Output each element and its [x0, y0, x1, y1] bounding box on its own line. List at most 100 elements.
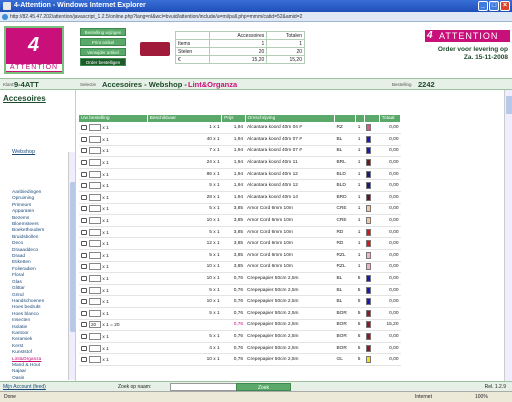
sidebar: Accesoires Webshop Aanbiedingen Opruiming…	[0, 90, 76, 381]
summary-value: 20	[209, 47, 268, 56]
product-table: Uw bestelling Beschikbaar Prijs Omschrij…	[79, 115, 402, 366]
cart-icon[interactable]	[81, 357, 87, 363]
color-swatch	[366, 251, 372, 259]
quantity-input[interactable]	[89, 182, 101, 190]
quantity-cell: x 1	[79, 156, 148, 169]
quantity-input[interactable]	[89, 193, 101, 201]
total-cell: 0,00	[379, 330, 401, 343]
close-button[interactable]: ×	[500, 1, 510, 11]
cart-icon[interactable]	[81, 206, 87, 212]
price-cell: 0,76	[221, 295, 246, 308]
price-cell: 1,94	[221, 156, 246, 169]
cart-icon[interactable]	[81, 136, 87, 142]
color-swatch	[366, 159, 372, 167]
cart-icon[interactable]	[81, 345, 87, 351]
table-row: x 1 10 x 1 0,76 Crepepapier 50cm 2,5m BL 5 0,…	[79, 295, 401, 308]
summary-label: Stelen	[174, 47, 211, 56]
window-title: 4-Attention - Windows Internet Explorer	[14, 2, 146, 9]
column-header: Totaal	[379, 115, 402, 122]
quantity-input[interactable]	[89, 205, 101, 213]
cart-icon[interactable]	[81, 160, 87, 166]
cart-icon[interactable]	[81, 218, 87, 224]
quantity-input[interactable]	[89, 286, 101, 294]
description-cell: Amor Cord 6mm 10m	[245, 261, 335, 274]
print-item-button[interactable]: Print artikel	[80, 38, 126, 46]
table-row: x 1 5 x 1 0,76 Crepepapier 50cm 2,5m BL 5 0,0…	[79, 284, 401, 297]
page-scrollbar[interactable]	[504, 90, 512, 381]
cart-icon[interactable]	[81, 183, 87, 189]
quantity-input[interactable]	[89, 170, 101, 178]
sidebar-scrollbar[interactable]	[68, 152, 75, 380]
quantity-input[interactable]	[89, 228, 101, 236]
cart-icon[interactable]	[81, 148, 87, 154]
color-swatch	[366, 135, 372, 143]
quantity-input[interactable]	[89, 147, 101, 155]
minimize-button[interactable]: _	[478, 1, 488, 11]
table-row: x 1 5 x 1 0,76 Crepepapier 50cm 2,5m BOR 5 0,…	[79, 330, 401, 343]
delete-item-button[interactable]: Verwijder artikel	[80, 48, 126, 56]
page-scroll-thumb[interactable]	[506, 96, 512, 114]
quantity-input[interactable]: 20	[89, 321, 101, 329]
cart-icon[interactable]	[81, 241, 87, 247]
cart-icon[interactable]	[81, 171, 87, 177]
quantity-cell: x 1	[79, 203, 148, 216]
cart-icon[interactable]	[81, 264, 87, 270]
quantity-input[interactable]	[89, 251, 101, 259]
quantity-input[interactable]	[89, 356, 101, 364]
quantity-cell: x 1	[79, 237, 148, 251]
quantity-input[interactable]	[89, 332, 101, 340]
quantity-input[interactable]	[89, 298, 101, 306]
code-cell: CRE	[334, 203, 356, 216]
unit-label: x 1	[102, 207, 109, 213]
cart-icon[interactable]	[81, 229, 87, 235]
search-button[interactable]: Zoek	[236, 383, 291, 391]
pack-cell: 5	[355, 353, 365, 366]
unit-label: x 1	[102, 288, 109, 294]
sidebar-heading[interactable]: Accesoires	[3, 94, 46, 103]
quantity-input[interactable]	[89, 275, 101, 283]
quantity-input[interactable]	[89, 344, 101, 352]
cart-icon[interactable]	[81, 322, 87, 328]
cart-icon[interactable]	[81, 310, 87, 316]
quantity-input[interactable]	[89, 124, 101, 132]
description-cell: Alcantara koord 40m 07 #	[245, 145, 335, 158]
total-cell: 0,00	[379, 191, 401, 204]
quantity-input[interactable]	[89, 309, 101, 317]
table-row: x 1 5 x 1 1,94 Alcantara koord 40m 12 BLD 1 0…	[79, 179, 401, 193]
cart-icon[interactable]	[81, 125, 87, 131]
available-cell: 10 x 1	[147, 261, 222, 274]
quantity-input[interactable]	[89, 263, 101, 271]
available-cell: 5 x 1	[147, 307, 222, 320]
table-row: x 1 12 x 1 3,85 Amor Cord 6mm 10m RD 1 0,00	[79, 237, 401, 251]
available-cell: 5 x 1	[147, 203, 222, 216]
description-cell: Crepepapier 50cm 2,5m	[245, 319, 335, 332]
address-bar[interactable]: http://82.45.47.202/attention/javascript…	[0, 12, 512, 22]
quantity-input[interactable]	[89, 217, 101, 225]
zoom-level[interactable]: 100%	[475, 392, 488, 402]
summary-value: 1	[266, 39, 305, 48]
brand-name: ATTENTION	[439, 31, 499, 41]
pack-cell: 1	[355, 226, 365, 239]
quantity-cell: x 1	[79, 342, 148, 355]
maximize-button[interactable]: □	[489, 1, 499, 11]
cart-icon[interactable]	[81, 287, 87, 293]
status-text: Done	[4, 394, 16, 400]
table-row: x 1 4 x 1 0,76 Crepepapier 50cm 2,5m BOR 5 0,…	[79, 342, 401, 355]
cart-icon[interactable]	[81, 194, 87, 200]
cart-icon[interactable]	[81, 333, 87, 339]
cart-icon[interactable]	[81, 276, 87, 282]
table-row: x 1 5 x 1 3,85 Amor Cord 6mm 10m RZL 1 0,00	[79, 249, 401, 262]
quantity-input[interactable]	[89, 159, 101, 167]
color-swatch-cell	[364, 353, 380, 366]
quantity-input[interactable]	[89, 135, 101, 143]
table-row: x 1 5 x 1 3,85 Amor Cord 6mm 10m RD 1 0,00	[79, 226, 401, 239]
pack-cell: 5	[355, 272, 365, 285]
price-cell: 1,94	[221, 179, 246, 193]
cart-icon[interactable]	[81, 252, 87, 258]
change-order-button[interactable]: Bestelling wijzigen	[80, 28, 126, 36]
confirm-order-button[interactable]: Order bestelligen	[80, 58, 126, 66]
webshop-link[interactable]: Webshop	[12, 149, 35, 155]
description-cell: Amor Cord 6mm 10m	[245, 203, 335, 216]
cart-icon[interactable]	[81, 299, 87, 305]
quantity-input[interactable]	[89, 240, 101, 248]
